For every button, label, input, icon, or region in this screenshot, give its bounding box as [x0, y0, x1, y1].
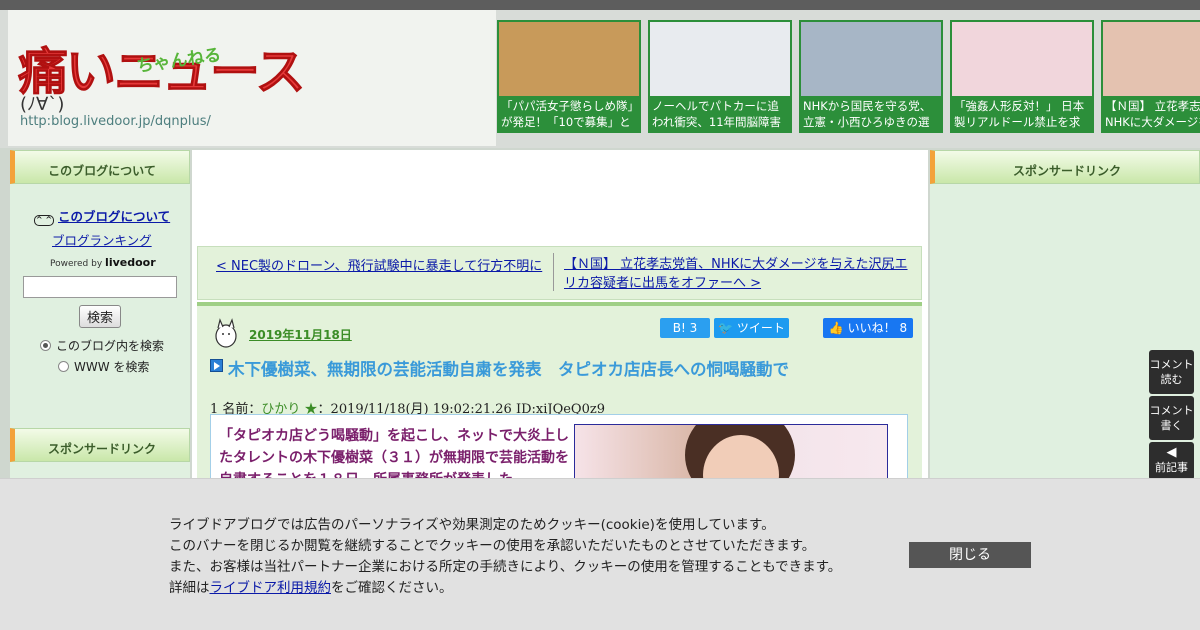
- blog-ranking-link[interactable]: ブログランキング: [52, 230, 152, 249]
- play-icon: [210, 359, 223, 372]
- thumbnail-item[interactable]: 【Ｎ国】 立花孝志党首、NHKに大ダメージを与: [1101, 20, 1200, 133]
- cookie-line-4: 詳細はライブドア利用規約をご確認ください。: [169, 578, 889, 599]
- radio-www-label: WWW を検索: [74, 360, 150, 374]
- terms-link[interactable]: ライブドア利用規約: [210, 580, 332, 596]
- thumbnail-image: [650, 22, 790, 96]
- sidebar-heading-sponsor: スポンサードリンク: [10, 428, 190, 462]
- sidebar-heading-sponsor-right: スポンサードリンク: [930, 150, 1200, 184]
- prev-article-link[interactable]: < NEC製のドローン、飛行試験中に暴走して行方不明に: [216, 255, 542, 274]
- nav-divider: [553, 253, 554, 291]
- post-title[interactable]: 木下優樹菜、無期限の芸能活動自粛を発表 タピオカ店店長への恫喝騒動で: [228, 356, 789, 380]
- left-sidebar: このブログについて ^ ^ このブログについて ブログランキング Powered …: [10, 150, 190, 480]
- next-article-link[interactable]: 【Ｎ国】 立花孝志党首、NHKに大ダメージを与えた沢尻エリカ容疑者に出馬をオファ…: [564, 255, 914, 293]
- sidebar-heading-about: このブログについて: [10, 150, 190, 184]
- powered-by: Powered by livedoor: [50, 256, 156, 269]
- cookie-banner: ライブドアブログでは広告のパーソナライズや効果測定のためクッキー(cookie)…: [0, 478, 1200, 630]
- thumbnail-caption: 【Ｎ国】 立花孝志党首、NHKに大ダメージを与: [1105, 99, 1200, 129]
- logo-face: (ﾉ∀`): [20, 94, 65, 115]
- comment-write-label: コメント 書く: [1149, 404, 1194, 432]
- radio-icon: [58, 361, 69, 372]
- thumbnail-caption: ノーヘルでパトカーに追われ衝突、11年間脳障害の息: [652, 99, 782, 129]
- thumbnail-caption: NHKから国民を守る党、立憲・小西ひろゆきの選挙区: [803, 99, 932, 129]
- hatena-count: 3: [689, 321, 698, 335]
- comment-write-button[interactable]: コメント 書く: [1149, 396, 1194, 440]
- hatena-label: B!: [672, 321, 686, 335]
- hatena-bookmark-button[interactable]: B! 3: [660, 318, 710, 338]
- search-button[interactable]: 検索: [79, 305, 121, 328]
- cookie-line-2: このバナーを閉じるか閲覧を継続することでクッキーの使用を承認いただいたものとさせ…: [169, 538, 816, 554]
- thumbnail-caption: 「パパ活女子懲らしめ隊」が発足！「10で募集」と書: [501, 99, 634, 129]
- comment-read-label: コメント 読む: [1149, 358, 1194, 386]
- close-banner-button[interactable]: 閉じる: [909, 542, 1031, 568]
- thumbnail-item[interactable]: NHKから国民を守る党、立憲・小西ひろゆきの選挙区: [799, 20, 943, 133]
- logo-url: http:blog.livedoor.jp/dqnplus/: [20, 114, 211, 129]
- thumbnail-image: [801, 22, 941, 96]
- like-count: 8: [899, 321, 908, 335]
- comment-read-button[interactable]: コメント 読む: [1149, 350, 1194, 394]
- cookie-line-3: また、お客様は当社パートナー企業における所定の手続きにより、クッキーの使用を管理…: [169, 559, 842, 575]
- radio-search-blog[interactable]: このブログ内を検索: [40, 337, 164, 354]
- cookie-text: ライブドアブログでは広告のパーソナライズや効果測定のためクッキー(cookie)…: [169, 515, 889, 599]
- radio-blog-label: このブログ内を検索: [56, 339, 165, 353]
- smile-icon: ^ ^: [34, 215, 54, 226]
- thumbs-up-icon: 👍: [828, 321, 844, 335]
- thumbnail-item[interactable]: 「強姦人形反対！」 日本製リアルドール禁止を求める: [950, 20, 1094, 133]
- about-blog-link[interactable]: ^ ^ このブログについて: [34, 206, 170, 226]
- thumbnail-image: [499, 22, 639, 96]
- prev-entry-label: 前記事: [1155, 461, 1188, 474]
- header: 痛いニュース ちゃんねる (ﾉ∀`) http:blog.livedoor.jp…: [0, 0, 1200, 148]
- tweet-button[interactable]: 🐦 ツイート: [714, 318, 789, 338]
- radio-selected-icon: [40, 340, 51, 351]
- radio-search-www[interactable]: WWW を検索: [58, 358, 149, 375]
- search-input[interactable]: [23, 276, 177, 298]
- thumbnail-image: [952, 22, 1092, 96]
- arrow-left-icon: ◀: [1166, 445, 1177, 460]
- tweet-label: ツイート: [736, 321, 785, 335]
- thumbnail-image: [1103, 22, 1200, 96]
- site-logo[interactable]: 痛いニュース ちゃんねる (ﾉ∀`) http:blog.livedoor.jp…: [8, 10, 496, 146]
- cookie-line-4-post: をご確認ください。: [331, 580, 453, 596]
- about-blog-label: このブログについて: [58, 209, 171, 224]
- twitter-icon: 🐦: [718, 321, 734, 335]
- main-content: < NEC製のドローン、飛行試験中に暴走して行方不明に 【Ｎ国】 立花孝志党首、…: [192, 150, 928, 494]
- mascot-icon: [215, 318, 237, 348]
- prev-entry-button[interactable]: ◀ 前記事: [1149, 442, 1194, 480]
- thumbnail-item[interactable]: 「パパ活女子懲らしめ隊」が発足！「10で募集」と書: [497, 20, 641, 133]
- livedoor-logo[interactable]: livedoor: [105, 256, 156, 269]
- post-date[interactable]: 2019年11月18日: [249, 326, 352, 343]
- thumbnail-caption: 「強姦人形反対！」 日本製リアルドール禁止を求める: [954, 99, 1085, 129]
- thumbnail-item[interactable]: ノーヘルでパトカーに追われ衝突、11年間脳障害の息: [648, 20, 792, 133]
- powered-by-text: Powered by: [50, 259, 103, 269]
- cookie-line-1: ライブドアブログでは広告のパーソナライズや効果測定のためクッキー(cookie)…: [169, 517, 775, 533]
- ad-space: [192, 150, 928, 244]
- headline-thumbnails: 「パパ活女子懲らしめ隊」が発足！「10で募集」と書 ノーヘルでパトカーに追われ衝…: [497, 20, 1200, 133]
- cookie-line-4-pre: 詳細は: [169, 580, 210, 596]
- like-button[interactable]: 👍 いいね！ 8: [823, 318, 913, 338]
- article-navigation: < NEC製のドローン、飛行試験中に暴走して行方不明に 【Ｎ国】 立花孝志党首、…: [197, 246, 922, 300]
- top-bar: [0, 0, 1200, 10]
- article: 2019年11月18日 B! 3 🐦 ツイート 👍 いいね！ 8 木下優樹菜、無…: [197, 302, 922, 494]
- like-label: いいね！: [847, 321, 896, 335]
